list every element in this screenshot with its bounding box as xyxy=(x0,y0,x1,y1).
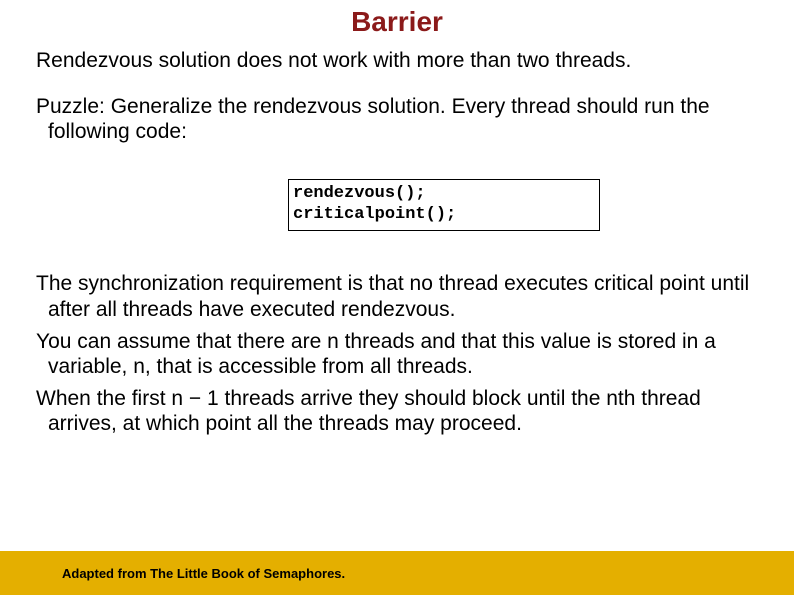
paragraph-puzzle: Puzzle: Generalize the rendezvous soluti… xyxy=(36,94,758,145)
footer-attribution: Adapted from The Little Book of Semaphor… xyxy=(62,566,345,581)
slide-title: Barrier xyxy=(0,0,794,42)
code-line-1: rendezvous(); xyxy=(293,183,595,204)
paragraph-intro: Rendezvous solution does not work with m… xyxy=(36,48,758,74)
paragraph-assume: You can assume that there are n threads … xyxy=(36,329,758,380)
code-box: rendezvous(); criticalpoint(); xyxy=(288,179,600,232)
paragraph-requirement: The synchronization requirement is that … xyxy=(36,271,758,322)
paragraph-blocking: When the first n − 1 threads arrive they… xyxy=(36,386,758,437)
slide: Barrier Rendezvous solution does not wor… xyxy=(0,0,794,595)
slide-body: Rendezvous solution does not work with m… xyxy=(0,48,794,437)
code-line-2: criticalpoint(); xyxy=(293,204,595,225)
